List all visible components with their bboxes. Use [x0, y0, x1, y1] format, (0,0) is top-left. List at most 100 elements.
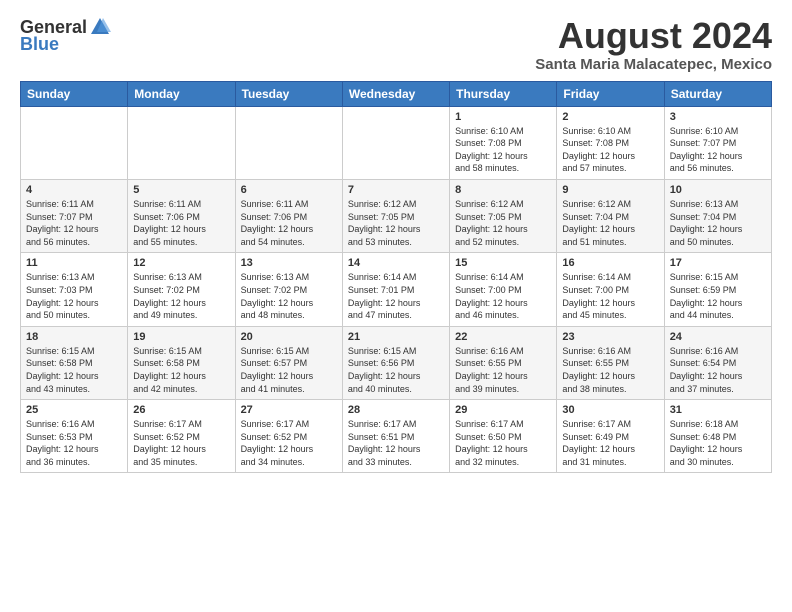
day-cell: 25Sunrise: 6:16 AM Sunset: 6:53 PM Dayli…	[21, 400, 128, 473]
day-number: 11	[26, 257, 122, 269]
day-number: 10	[670, 184, 766, 196]
location: Santa Maria Malacatepec, Mexico	[535, 56, 772, 73]
day-number: 1	[455, 111, 551, 123]
day-cell: 30 Sunrise: 6:17 AM Sunset: 6:49 PM Dayli…	[557, 400, 664, 473]
day-cell: 18 Sunrise: 6:15 AM Sunset: 6:58 PM Dayli…	[21, 326, 128, 399]
day-number: 2	[562, 111, 658, 123]
day-info: Sunrise: 6:11 AM Sunset: 7:06 PM Dayligh…	[241, 198, 337, 248]
day-cell: 22 Sunrise: 6:16 AM Sunset: 6:55 PM Dayli…	[450, 326, 557, 399]
day-cell: 21 Sunrise: 6:15 AM Sunset: 6:56 PM Dayli…	[342, 326, 449, 399]
day-info: Sunrise: 6:13 AM Sunset: 7:03 PM Dayligh…	[26, 271, 122, 321]
day-info: Sunrise: 6:15 AM Sunset: 6:58 PM Dayligh…	[133, 345, 229, 395]
day-number: 5	[133, 184, 229, 196]
day-number: 3	[670, 111, 766, 123]
day-info: Sunrise: 6:14 AM Sunset: 7:00 PM Dayligh…	[455, 271, 551, 321]
day-cell: 17 Sunrise: 6:15 AM Sunset: 6:59 PM Dayli…	[664, 253, 771, 326]
day-info: Sunrise: 6:17 AM Sunset: 6:52 PM Dayligh…	[241, 418, 337, 468]
weekday-header-row: SundayMondayTuesdayWednesdayThursdayFrid…	[21, 81, 772, 106]
day-info: Sunrise: 6:13 AM Sunset: 7:02 PM Dayligh…	[241, 271, 337, 321]
day-number: 6	[241, 184, 337, 196]
day-info: Sunrise: 6:16 AM Sunset: 6:55 PM Dayligh…	[562, 345, 658, 395]
logo: General Blue	[20, 16, 111, 55]
day-info: Sunrise: 6:17 AM Sunset: 6:51 PM Dayligh…	[348, 418, 444, 468]
day-cell: 13 Sunrise: 6:13 AM Sunset: 7:02 PM Dayli…	[235, 253, 342, 326]
day-number: 28	[348, 404, 444, 416]
day-number: 9	[562, 184, 658, 196]
title-block: August 2024 Santa Maria Malacatepec, Mex…	[535, 16, 772, 73]
logo-blue-text: Blue	[20, 34, 59, 55]
day-number: 16	[562, 257, 658, 269]
day-info: Sunrise: 6:15 AM Sunset: 6:57 PM Dayligh…	[241, 345, 337, 395]
weekday-header-friday: Friday	[557, 81, 664, 106]
day-cell: 9 Sunrise: 6:12 AM Sunset: 7:04 PM Daylig…	[557, 179, 664, 252]
weekday-header-saturday: Saturday	[664, 81, 771, 106]
week-row-4: 18 Sunrise: 6:15 AM Sunset: 6:58 PM Dayli…	[21, 326, 772, 399]
month-year: August 2024	[535, 16, 772, 56]
weekday-header-sunday: Sunday	[21, 81, 128, 106]
day-cell: 2 Sunrise: 6:10 AM Sunset: 7:08 PM Daylig…	[557, 106, 664, 179]
day-info: Sunrise: 6:13 AM Sunset: 7:04 PM Dayligh…	[670, 198, 766, 248]
day-info: Sunrise: 6:14 AM Sunset: 7:00 PM Dayligh…	[562, 271, 658, 321]
day-number: 8	[455, 184, 551, 196]
day-number: 23	[562, 331, 658, 343]
weekday-header-tuesday: Tuesday	[235, 81, 342, 106]
day-number: 30	[562, 404, 658, 416]
day-cell: 26Sunrise: 6:17 AM Sunset: 6:52 PM Dayli…	[128, 400, 235, 473]
day-cell: 14Sunrise: 6:14 AM Sunset: 7:01 PM Dayli…	[342, 253, 449, 326]
day-info: Sunrise: 6:12 AM Sunset: 7:05 PM Dayligh…	[455, 198, 551, 248]
weekday-header-wednesday: Wednesday	[342, 81, 449, 106]
day-cell: 31Sunrise: 6:18 AM Sunset: 6:48 PM Dayli…	[664, 400, 771, 473]
day-number: 24	[670, 331, 766, 343]
day-info: Sunrise: 6:16 AM Sunset: 6:55 PM Dayligh…	[455, 345, 551, 395]
day-number: 31	[670, 404, 766, 416]
day-number: 17	[670, 257, 766, 269]
day-cell: 5 Sunrise: 6:11 AM Sunset: 7:06 PM Daylig…	[128, 179, 235, 252]
day-cell: 23 Sunrise: 6:16 AM Sunset: 6:55 PM Dayli…	[557, 326, 664, 399]
day-cell: 29 Sunrise: 6:17 AM Sunset: 6:50 PM Dayli…	[450, 400, 557, 473]
day-cell: 10 Sunrise: 6:13 AM Sunset: 7:04 PM Dayli…	[664, 179, 771, 252]
weekday-header-thursday: Thursday	[450, 81, 557, 106]
day-info: Sunrise: 6:12 AM Sunset: 7:04 PM Dayligh…	[562, 198, 658, 248]
day-cell: 6 Sunrise: 6:11 AM Sunset: 7:06 PM Daylig…	[235, 179, 342, 252]
day-number: 29	[455, 404, 551, 416]
logo-icon	[89, 16, 111, 38]
day-number: 15	[455, 257, 551, 269]
day-number: 7	[348, 184, 444, 196]
day-info: Sunrise: 6:17 AM Sunset: 6:50 PM Dayligh…	[455, 418, 551, 468]
day-info: Sunrise: 6:10 AM Sunset: 7:08 PM Dayligh…	[562, 125, 658, 175]
day-cell: 28 Sunrise: 6:17 AM Sunset: 6:51 PM Dayli…	[342, 400, 449, 473]
day-number: 22	[455, 331, 551, 343]
day-number: 18	[26, 331, 122, 343]
week-row-2: 4 Sunrise: 6:11 AM Sunset: 7:07 PM Daylig…	[21, 179, 772, 252]
day-cell: 20 Sunrise: 6:15 AM Sunset: 6:57 PM Dayli…	[235, 326, 342, 399]
weekday-header-monday: Monday	[128, 81, 235, 106]
day-number: 20	[241, 331, 337, 343]
day-cell: 1 Sunrise: 6:10 AM Sunset: 7:08 PM Daylig…	[450, 106, 557, 179]
day-cell: 4 Sunrise: 6:11 AM Sunset: 7:07 PM Daylig…	[21, 179, 128, 252]
day-cell: 16 Sunrise: 6:14 AM Sunset: 7:00 PM Dayli…	[557, 253, 664, 326]
day-number: 27	[241, 404, 337, 416]
calendar: SundayMondayTuesdayWednesdayThursdayFrid…	[20, 81, 772, 474]
day-cell: 3Sunrise: 6:10 AM Sunset: 7:07 PM Daylig…	[664, 106, 771, 179]
week-row-1: 1 Sunrise: 6:10 AM Sunset: 7:08 PM Daylig…	[21, 106, 772, 179]
day-number: 13	[241, 257, 337, 269]
day-cell: 27 Sunrise: 6:17 AM Sunset: 6:52 PM Dayli…	[235, 400, 342, 473]
day-info: Sunrise: 6:10 AM Sunset: 7:08 PM Dayligh…	[455, 125, 551, 175]
day-cell	[21, 106, 128, 179]
day-cell: 11 Sunrise: 6:13 AM Sunset: 7:03 PM Dayli…	[21, 253, 128, 326]
day-info: Sunrise: 6:15 AM Sunset: 6:59 PM Dayligh…	[670, 271, 766, 321]
day-cell: 7 Sunrise: 6:12 AM Sunset: 7:05 PM Daylig…	[342, 179, 449, 252]
day-number: 19	[133, 331, 229, 343]
day-number: 14	[348, 257, 444, 269]
day-info: Sunrise: 6:16 AM Sunset: 6:53 PM Dayligh…	[26, 418, 122, 468]
day-info: Sunrise: 6:11 AM Sunset: 7:07 PM Dayligh…	[26, 198, 122, 248]
day-info: Sunrise: 6:15 AM Sunset: 6:58 PM Dayligh…	[26, 345, 122, 395]
day-info: Sunrise: 6:11 AM Sunset: 7:06 PM Dayligh…	[133, 198, 229, 248]
day-cell: 24Sunrise: 6:16 AM Sunset: 6:54 PM Dayli…	[664, 326, 771, 399]
day-info: Sunrise: 6:17 AM Sunset: 6:52 PM Dayligh…	[133, 418, 229, 468]
day-info: Sunrise: 6:12 AM Sunset: 7:05 PM Dayligh…	[348, 198, 444, 248]
day-number: 21	[348, 331, 444, 343]
day-info: Sunrise: 6:15 AM Sunset: 6:56 PM Dayligh…	[348, 345, 444, 395]
day-info: Sunrise: 6:17 AM Sunset: 6:49 PM Dayligh…	[562, 418, 658, 468]
day-number: 4	[26, 184, 122, 196]
